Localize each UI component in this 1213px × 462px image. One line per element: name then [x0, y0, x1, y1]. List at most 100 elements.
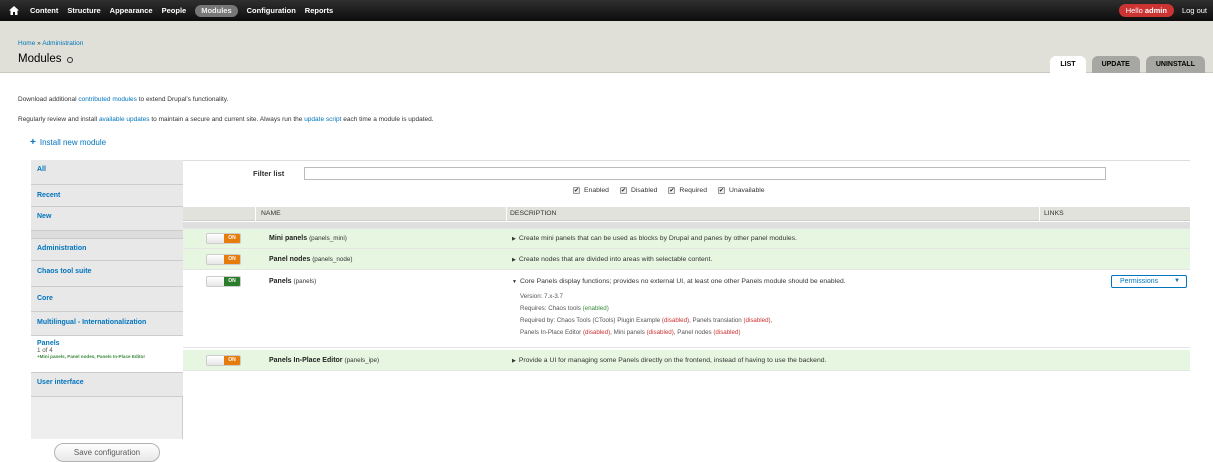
filter-disabled[interactable]: ✔ Disabled — [619, 187, 658, 194]
sidebar-item-all[interactable]: All — [31, 160, 183, 185]
username: admin — [1144, 6, 1167, 15]
sidebar-item-chaos-tool-suite[interactable]: Chaos tool suite — [31, 261, 183, 287]
toggle-on-label: ON — [223, 255, 240, 264]
filter-checkboxes: ✔ Enabled ✔ Disabled ✔ Required ✔ Unavailabl… — [573, 187, 776, 194]
sidebar-item-label: Recent — [37, 192, 61, 199]
sidebar-item-label: Administration — [37, 245, 87, 252]
table-row: ON Panels In-Place Editor (panels_ipe) ▶… — [183, 350, 1190, 371]
filter-disabled-label: Disabled — [630, 187, 658, 194]
table-row: ON Panels (panels) ▼ Core Panels display … — [183, 270, 1190, 348]
tab-update[interactable]: UPDATE — [1091, 56, 1140, 73]
expand-triangle-icon: ▶ — [512, 236, 516, 242]
intro-text: Download additional — [18, 96, 79, 103]
toolbar-appearance[interactable]: Appearance — [110, 0, 153, 21]
page-title-text: Modules — [18, 53, 62, 65]
breadcrumb-administration[interactable]: Administration — [42, 40, 83, 47]
permissions-dropdown[interactable]: Permissions ▼ — [1111, 275, 1187, 288]
page-title: Modules — [18, 53, 74, 65]
panels-count: 1 of 4 — [37, 347, 53, 354]
filter-required[interactable]: ✔ Required — [668, 187, 707, 194]
module-toggle[interactable]: ON — [206, 355, 241, 366]
update-script-link[interactable]: update script — [304, 116, 341, 123]
shortcut-icon[interactable] — [67, 57, 74, 63]
module-toggle[interactable]: ON — [206, 254, 241, 265]
module-list-panel: Filter list ✔ Enabled ✔ Disabled ✔ Required… — [183, 160, 1190, 439]
toolbar-reports[interactable]: Reports — [305, 0, 333, 21]
module-machine-name: (panels) — [293, 278, 317, 285]
filter-label: Filter list — [253, 169, 285, 178]
toggle-off-side — [207, 277, 224, 286]
sidebar-item-label: New — [37, 213, 52, 220]
breadcrumb: Home » Administration — [18, 40, 83, 47]
module-description[interactable]: ▶ Create mini panels that can be used as … — [512, 235, 797, 242]
module-required-by: Required by: Chaos Tools (CTools) Plugin… — [520, 317, 772, 324]
hello-user-badge[interactable]: Hello admin — [1118, 4, 1174, 17]
module-title: Panel nodes — [269, 256, 311, 263]
filter-unavailable[interactable]: ✔ Unavailable — [718, 187, 765, 194]
module-description[interactable]: ▼ Core Panels display functions; provides… — [512, 278, 846, 285]
sidebar-item-administration[interactable]: Administration — [31, 239, 183, 261]
intro-text: to maintain a secure and current site. A… — [149, 116, 305, 123]
column-description: DESCRIPTION — [510, 210, 557, 217]
toolbar-content[interactable]: Content — [30, 0, 58, 21]
toolbar-structure[interactable]: Structure — [67, 0, 100, 21]
description-text: Core Panels display functions; provides … — [519, 278, 846, 285]
intro-text: each time a module is updated. — [341, 116, 434, 123]
breadcrumb-home[interactable]: Home — [18, 40, 35, 47]
toolbar-configuration[interactable]: Configuration — [247, 0, 296, 21]
module-machine-name: (panels_ipe) — [344, 357, 380, 364]
admin-toolbar: Content Structure Appearance People Modu… — [0, 0, 1213, 21]
install-new-module-label: Install new module — [39, 138, 107, 147]
status-enabled: (enabled) — [582, 305, 609, 312]
tab-uninstall[interactable]: UNINSTALL — [1145, 56, 1205, 73]
table-row: ON Mini panels (panels_mini) ▶ Create min… — [183, 229, 1190, 249]
module-toggle[interactable]: ON — [206, 233, 241, 244]
module-name: Panels In-Place Editor (panels_ipe) — [269, 357, 379, 364]
plus-icon: + — [30, 137, 36, 148]
status-disabled: (disabled) — [661, 317, 690, 324]
module-title: Panels — [269, 278, 292, 285]
logout-link[interactable]: Log out — [1182, 6, 1207, 15]
sidebar-item-multilingual[interactable]: Multilingual - Internationalization — [31, 312, 183, 336]
install-new-module-link[interactable]: + Install new module — [30, 137, 106, 148]
column-links: LINKS — [1044, 210, 1064, 217]
column-separator — [255, 207, 256, 221]
filter-unavailable-label: Unavailable — [729, 187, 765, 194]
module-required-by-cont: Panels In-Place Editor (disabled), Mini … — [520, 329, 741, 336]
module-description[interactable]: ▶ Provide a UI for managing some Panels d… — [512, 357, 826, 364]
sidebar-item-panels[interactable]: Panels 1 of 4 +Mini panels, Panel nodes,… — [31, 336, 183, 373]
category-sidebar: All Recent New Administration Chaos tool… — [31, 160, 183, 462]
expand-triangle-icon: ▶ — [512, 257, 516, 263]
checkbox-icon: ✔ — [573, 187, 580, 194]
toolbar-people[interactable]: People — [162, 0, 187, 21]
save-configuration-button[interactable]: Save configuration — [54, 443, 160, 462]
toolbar-user-area: Hello admin Log out — [1118, 0, 1207, 21]
required-by-text: , Panels translation — [689, 317, 744, 324]
intro-updates: Regularly review and install available u… — [18, 116, 434, 123]
tab-list[interactable]: LIST — [1050, 56, 1086, 73]
module-toggle[interactable]: ON — [206, 276, 241, 287]
sidebar-item-recent[interactable]: Recent — [31, 185, 183, 207]
primary-tabs: LIST UPDATE UNINSTALL — [1044, 56, 1205, 73]
required-by-text: Required by: Chaos Tools (CTools) Plugin… — [520, 317, 662, 324]
status-disabled: (disabled) — [582, 329, 611, 336]
sidebar-item-new[interactable]: New — [31, 207, 183, 231]
intro-text: Regularly review and install — [18, 116, 99, 123]
available-updates-link[interactable]: available updates — [99, 116, 150, 123]
filter-input[interactable] — [304, 167, 1106, 180]
module-name: Panels (panels) — [269, 278, 316, 285]
contributed-modules-link[interactable]: contributed modules — [78, 96, 137, 103]
required-by-text: , Panel nodes — [673, 329, 714, 336]
description-text: Provide a UI for managing some Panels di… — [518, 357, 827, 364]
module-description[interactable]: ▶ Create nodes that are divided into area… — [512, 256, 712, 263]
checkbox-icon: ✔ — [668, 187, 676, 194]
filter-enabled[interactable]: ✔ Enabled — [573, 187, 609, 194]
requires-text: Requires: Chaos tools — [520, 305, 583, 312]
sidebar-item-core[interactable]: Core — [31, 287, 183, 312]
table-row: ON Panel nodes (panels_node) ▶ Create nod… — [183, 249, 1190, 270]
sidebar-item-user-interface[interactable]: User interface — [31, 373, 183, 397]
toolbar-modules[interactable]: Modules — [195, 4, 238, 17]
home-icon[interactable] — [8, 0, 20, 21]
module-title: Panels In-Place Editor — [269, 357, 343, 364]
intro-download: Download additional contributed modules … — [18, 96, 228, 103]
